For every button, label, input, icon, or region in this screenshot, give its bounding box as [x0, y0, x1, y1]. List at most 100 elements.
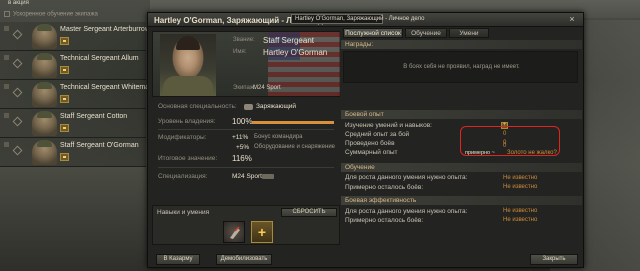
crew-portrait	[32, 24, 57, 49]
crew-profile-card: Звание: Staff Sergeant Имя: Hartley O'Go…	[152, 31, 340, 97]
name-value: Hartley O'Gorman	[263, 48, 328, 57]
crew-name: Technical Sergeant Whiteman	[60, 84, 153, 91]
annotation-highlight	[460, 126, 560, 156]
crew-portrait	[32, 82, 57, 107]
specialization-value: M24 Sport	[232, 173, 262, 180]
name-label: Имя:	[233, 49, 247, 55]
crew-member[interactable]: Master Sergeant Arterburrow	[0, 22, 150, 51]
crew-info-panel: Звание: Staff Sergeant Имя: Hartley O'Go…	[152, 31, 340, 245]
skill-badge-icon	[60, 95, 69, 103]
training-header: Обучение	[341, 163, 582, 172]
mod-commander-value: +11%	[232, 134, 249, 141]
reset-label: СБРОСИТЬ	[292, 209, 326, 215]
crew-role-icon	[4, 84, 9, 89]
crew-slot-icon	[12, 87, 23, 98]
tab-bar: Послужной список Обучение Умени	[341, 27, 582, 38]
stat-value: Не известно	[503, 175, 538, 181]
skills-panel: Навыки и умения СБРОСИТЬ +	[152, 205, 340, 245]
crew-slot-icon	[12, 58, 23, 69]
mastery-label: Уровень владения:	[158, 118, 216, 125]
mastery-progress-fill	[252, 121, 334, 124]
stat-label: Примерно осталось боёв:	[345, 217, 424, 224]
mastery-value: 100%	[232, 117, 253, 126]
awards-empty-message: В боях себя не проявил, наград не имеет.	[403, 64, 520, 70]
crew-portrait	[32, 53, 57, 78]
tab-skills[interactable]: Умени	[449, 28, 489, 38]
crew-member[interactable]: Staff Sergeant Cotton	[0, 109, 146, 138]
crew-name: Staff Sergeant O'Gorman	[60, 142, 139, 149]
crew-portrait	[32, 111, 57, 136]
mod-commander-note: Бонус командира	[254, 134, 303, 140]
efficiency-section: Боевая эффективность	[341, 196, 582, 205]
mod-equipment-value: +5%	[236, 144, 250, 151]
crew-role-icon	[4, 26, 9, 31]
loader-icon	[244, 104, 253, 110]
crew-role-icon	[4, 142, 9, 147]
crew-portrait	[32, 140, 57, 165]
crew-photo	[160, 34, 216, 96]
main-spec-value: Заряжающий	[256, 103, 297, 110]
stat-value: Не известно	[503, 208, 538, 214]
skill-badge-icon	[60, 153, 69, 161]
close-icon[interactable]: ×	[567, 15, 577, 25]
crew-member[interactable]: Technical Sergeant Allum	[0, 51, 146, 80]
add-skill-button[interactable]: +	[251, 221, 273, 243]
skill-badge-icon	[60, 124, 69, 132]
crew-slot-icon	[12, 29, 23, 40]
crew-role-icon	[4, 55, 9, 60]
stat-label: Суммарный опыт	[345, 149, 398, 156]
accelerated-training-label: Ускоренное обучение экипажа	[13, 11, 98, 18]
stat-label: Средний опыт за бой	[345, 131, 410, 138]
awards-section: Награды: В боях себя не проявил, наград …	[341, 40, 582, 85]
total-value: 116%	[232, 154, 252, 163]
combat-exp-section: Боевой опыт	[341, 110, 582, 119]
close-button[interactable]: Закрыть	[530, 254, 578, 265]
stat-label: Примерно осталось боёв:	[345, 184, 424, 191]
tank-icon	[262, 174, 274, 179]
stat-label: Для роста данного умения нужно опыта:	[345, 208, 468, 215]
crew-name: Staff Sergeant Cotton	[60, 113, 128, 120]
awards-box: В боях себя не проявил, наград не имеет.	[343, 51, 578, 83]
skill-slot[interactable]	[223, 221, 245, 243]
specialty-block: Основная специальность: Заряжающий Урове…	[152, 99, 340, 201]
awards-header: Награды:	[341, 40, 582, 49]
main-spec-label: Основная специальность:	[158, 103, 237, 110]
accelerated-training[interactable]: Ускоренное обучение экипажа	[4, 11, 98, 18]
to-barracks-button[interactable]: В Казарму	[156, 254, 200, 265]
skills-header: Навыки и умения	[157, 209, 210, 216]
combat-exp-header: Боевой опыт	[341, 110, 582, 119]
crew-slot-icon	[12, 116, 23, 127]
divider	[158, 167, 334, 168]
modifiers-label: Модификаторы:	[158, 134, 207, 141]
divider	[158, 129, 334, 130]
crew-name: Technical Sergeant Allum	[60, 55, 139, 62]
crew-list: Master Sergeant Arterburrow Technical Se…	[0, 22, 153, 167]
training-section: Обучение	[341, 163, 582, 172]
crew-member[interactable]: Staff Sergeant O'Gorman	[0, 138, 146, 167]
total-label: Итоговое значение:	[158, 155, 218, 162]
skill-badge-icon	[60, 66, 69, 74]
specialization-label: Специализация:	[158, 173, 208, 180]
vehicle-value: M24 Sport	[253, 85, 281, 91]
crew-slot-icon	[12, 145, 23, 156]
stat-label: Изучение умений и навыков:	[345, 122, 432, 129]
stat-value: Не известно	[503, 184, 538, 190]
crew-name: Master Sergeant Arterburrow	[60, 26, 150, 33]
skill-badge-icon	[60, 37, 69, 45]
reset-skills-button[interactable]: СБРОСИТЬ	[281, 208, 337, 217]
mod-equipment-note: Оборудование и снаряжение	[254, 144, 336, 150]
accelerated-training-checkbox[interactable]	[4, 11, 10, 17]
stat-label: Проведено боёв	[345, 140, 395, 147]
demobilize-button[interactable]: Демобилизовать	[216, 254, 272, 265]
mastery-progress-bar	[252, 121, 334, 124]
rank-label: Звание:	[233, 37, 255, 43]
crew-role-icon	[4, 113, 9, 118]
crew-member[interactable]: Technical Sergeant Whiteman	[0, 80, 153, 109]
tab-service-record[interactable]: Послужной список	[343, 28, 403, 38]
efficiency-header: Боевая эффективность	[341, 196, 582, 205]
crew-top-bar: в акция	[0, 0, 150, 10]
loader-skill-icon	[230, 226, 240, 239]
promo-label[interactable]: в акция	[8, 0, 29, 6]
tooltip: Hartley O'Gorman, Заряжающий - Личное де…	[291, 14, 424, 24]
tab-training[interactable]: Обучение	[405, 28, 447, 38]
